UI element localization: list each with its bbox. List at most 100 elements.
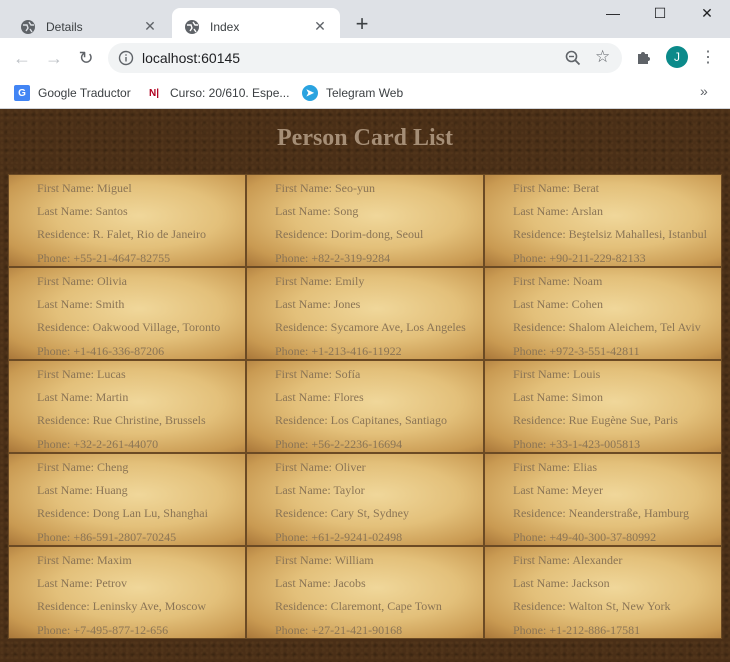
field-value: Maxim [97, 553, 132, 567]
avatar[interactable]: J [666, 46, 688, 68]
minimize-icon[interactable]: — [590, 0, 636, 26]
close-icon[interactable]: ✕ [142, 18, 158, 35]
field-value: Olivia [97, 274, 127, 288]
url-text[interactable]: localhost:60145 [142, 50, 240, 66]
field-value: Dorim-dong, Seoul [330, 227, 424, 242]
bookmark-curso[interactable]: N| Curso: 20/610. Espe... [146, 83, 289, 103]
field-value: Meyer [571, 483, 603, 498]
card-field-phone: Phone: +86-591-2807-70245 [37, 528, 245, 545]
bookmark-label: Curso: 20/610. Espe... [170, 86, 290, 100]
person-card: First Name: William Last Name: Jacobs Resi… [246, 546, 484, 639]
field-value: Miguel [97, 181, 132, 195]
field-value: Shalom Aleichem, Tel Aviv [568, 320, 701, 335]
card-field-first: First Name: Lucas [37, 365, 245, 388]
field-value: Cohen [571, 297, 603, 312]
card-field-last: Last Name: Petrov [37, 574, 245, 597]
page-title: Person Card List [277, 125, 453, 151]
card-field-residence: Residence: Neanderstraße, Hamburg [513, 504, 721, 527]
more-bookmarks-icon[interactable]: » [700, 83, 708, 99]
card-field-first: First Name: Emily [275, 272, 483, 295]
field-value: +27-21-421-90168 [311, 622, 403, 637]
person-card: First Name: Elias Last Name: Meyer Residen… [484, 453, 722, 546]
field-label: Residence: [513, 506, 569, 521]
field-label: Residence: [275, 227, 331, 242]
back-arrow-icon[interactable]: ← [10, 46, 34, 70]
card-field-phone: Phone: +61-2-9241-02498 [275, 528, 483, 545]
person-card: First Name: Olivia Last Name: Smith Reside… [8, 267, 246, 360]
person-card: First Name: Noam Last Name: Cohen Residenc… [484, 267, 722, 360]
field-label: First Name: [275, 274, 335, 288]
info-icon[interactable] [118, 50, 134, 66]
field-value: Jones [333, 297, 361, 312]
more-menu-icon[interactable]: ⋮ [700, 46, 716, 68]
bookmark-google-traductor[interactable]: G Google Traductor [14, 83, 131, 103]
bookmark-star-icon[interactable]: ☆ [595, 47, 610, 67]
person-card: First Name: Emily Last Name: Jones Residen… [246, 267, 484, 360]
card-field-residence: Residence: Cary St, Sydney [275, 504, 483, 527]
field-value: Song [333, 204, 359, 219]
field-label: Phone: [513, 529, 550, 544]
card-grid: First Name: Miguel Last Name: Santos Resid… [8, 174, 722, 639]
card-field-first: First Name: Alexander [513, 551, 721, 574]
field-value: Los Capitanes, Santiago [330, 413, 447, 428]
field-value: Sofía [335, 367, 361, 381]
field-label: First Name: [37, 553, 97, 567]
card-field-phone: Phone: +1-213-416-11922 [275, 342, 483, 359]
field-label: Phone: [275, 622, 312, 637]
forward-arrow-icon[interactable]: → [42, 46, 66, 70]
zoom-icon[interactable] [564, 49, 582, 67]
field-value: +55-21-4647-82755 [73, 250, 171, 265]
address-bar[interactable]: localhost:60145 ☆ [108, 43, 622, 73]
field-label: First Name: [37, 274, 97, 288]
field-label: Residence: [37, 320, 93, 335]
card-field-residence: Residence: Oakwood Village, Toronto [37, 318, 245, 341]
window-close-icon[interactable]: ✕ [684, 0, 730, 26]
card-field-phone: Phone: +82-2-319-9284 [275, 249, 483, 266]
card-field-first: First Name: Noam [513, 272, 721, 295]
field-label: Phone: [513, 622, 550, 637]
ni-icon: N| [148, 87, 160, 99]
card-field-first: First Name: Louis [513, 365, 721, 388]
field-value: Louis [573, 367, 601, 381]
card-field-last: Last Name: Arslan [513, 202, 721, 225]
card-field-first: First Name: Sofía [275, 365, 483, 388]
field-label: Phone: [275, 436, 312, 451]
bookmark-label: Google Traductor [38, 86, 131, 100]
card-field-last: Last Name: Jones [275, 295, 483, 318]
reload-icon[interactable]: ↻ [74, 46, 98, 70]
field-label: Last Name: [513, 576, 572, 591]
field-value: Huang [95, 483, 128, 498]
field-value: Flores [333, 390, 364, 405]
extensions-puzzle-icon[interactable] [634, 47, 654, 67]
card-field-residence: Residence: R. Falet, Rio de Janeiro [37, 225, 245, 248]
field-value: +61-2-9241-02498 [311, 529, 403, 544]
field-label: Residence: [37, 413, 93, 428]
globe-icon [185, 19, 199, 34]
field-value: +1-212-886-17581 [549, 622, 641, 637]
field-value: Sycamore Ave, Los Angeles [330, 320, 466, 335]
field-label: Last Name: [275, 297, 334, 312]
field-label: Last Name: [37, 576, 96, 591]
card-field-last: Last Name: Meyer [513, 481, 721, 504]
field-label: Residence: [37, 227, 93, 242]
field-label: First Name: [513, 553, 573, 567]
page-content: Person Card List First Name: Miguel Last … [0, 109, 730, 662]
close-icon[interactable]: ✕ [312, 18, 328, 35]
bookmarks-bar: G Google Traductor N| Curso: 20/610. Esp… [0, 78, 730, 109]
bookmark-telegram[interactable]: ➤ Telegram Web [302, 83, 403, 103]
maximize-icon[interactable]: ☐ [637, 0, 683, 26]
card-field-phone: Phone: +55-21-4647-82755 [37, 249, 245, 266]
card-field-first: First Name: Seo-yun [275, 179, 483, 202]
card-field-phone: Phone: +1-212-886-17581 [513, 621, 721, 638]
card-field-last: Last Name: Martin [37, 388, 245, 411]
person-card: First Name: Alexander Last Name: Jackson R… [484, 546, 722, 639]
new-tab-button[interactable]: + [350, 11, 374, 36]
tab-title: Details [46, 19, 83, 34]
field-label: Last Name: [513, 297, 572, 312]
field-value: +56-2-2236-16694 [311, 436, 403, 451]
card-field-residence: Residence: Sycamore Ave, Los Angeles [275, 318, 483, 341]
field-label: First Name: [275, 181, 335, 195]
field-value: +1-416-336-87206 [73, 343, 165, 358]
card-field-first: First Name: Cheng [37, 458, 245, 481]
card-field-phone: Phone: +56-2-2236-16694 [275, 435, 483, 452]
